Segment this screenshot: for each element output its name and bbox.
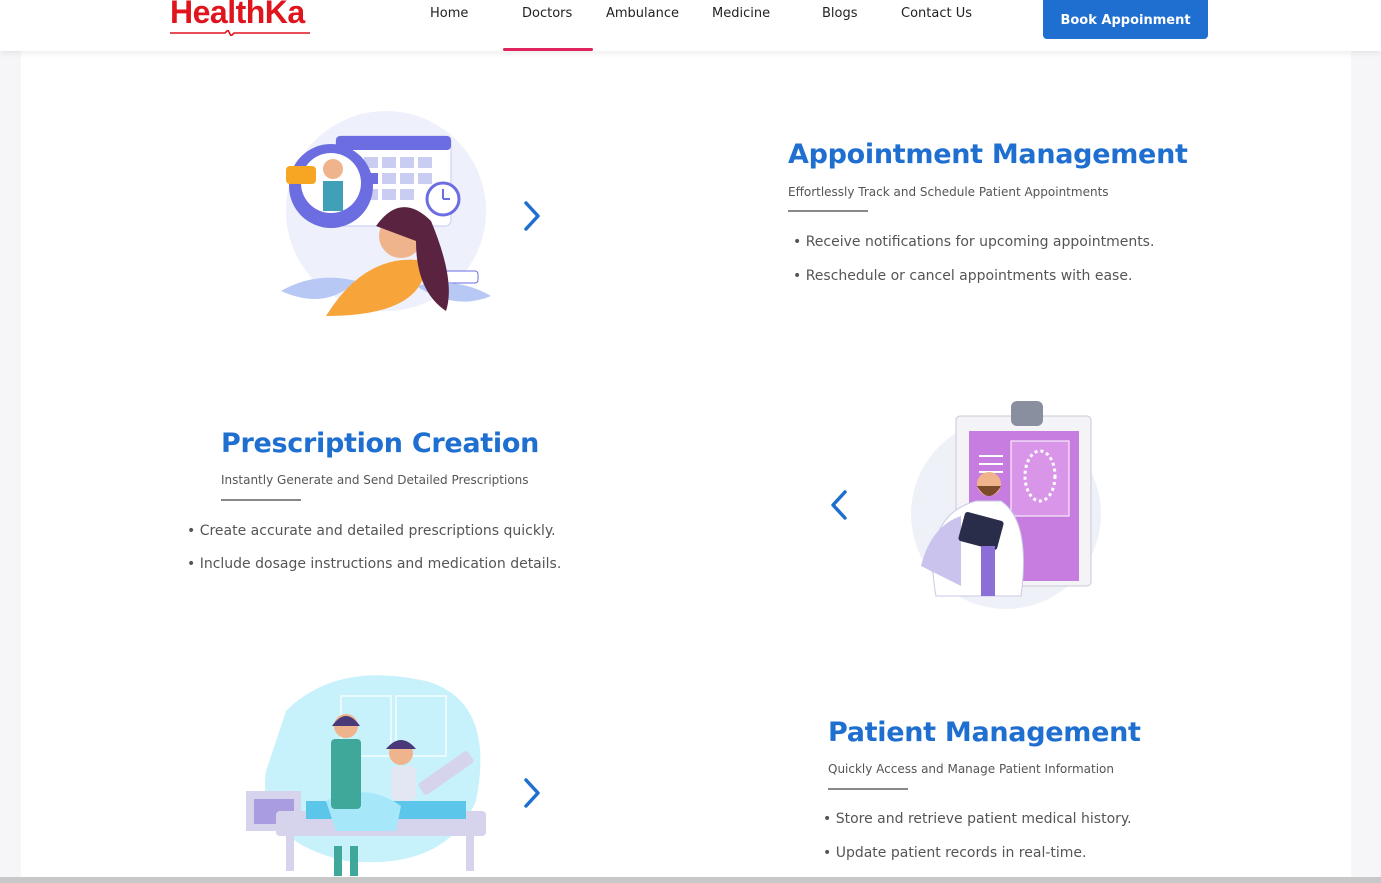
brand-logo-text: HealthKa: [170, 0, 305, 30]
feature-bullet: • Receive notifications for upcoming app…: [793, 234, 1155, 250]
nav-active-indicator: [503, 48, 593, 51]
site-header: HealthKa Home Doctors Ambulance Medicine…: [0, 0, 1381, 51]
feature-subtitle-appointment: Effortlessly Track and Schedule Patient …: [788, 185, 1109, 199]
feature-divider: [221, 499, 301, 501]
nav-blogs[interactable]: Blogs: [822, 6, 858, 21]
chevron-right-icon[interactable]: [521, 776, 543, 810]
feature-bullet: • Store and retrieve patient medical his…: [823, 811, 1132, 827]
nav-medicine[interactable]: Medicine: [712, 6, 770, 21]
feature-divider: [828, 788, 908, 790]
nurse-patient-bed-illustration: [246, 675, 486, 876]
horizontal-scrollbar[interactable]: [0, 877, 1381, 883]
brand-logo[interactable]: HealthKa: [170, 0, 310, 38]
heartbeat-line-icon: [170, 30, 310, 36]
chevron-right-icon[interactable]: [521, 199, 543, 233]
features-section: Appointment Management Effortlessly Trac…: [21, 51, 1351, 877]
feature-bullet: • Reschedule or cancel appointments with…: [793, 268, 1133, 284]
feature-divider: [788, 210, 868, 212]
feature-title-patient: Patient Management: [828, 717, 1141, 748]
feature-bullet: • Create accurate and detailed prescript…: [187, 523, 556, 539]
feature-subtitle-prescription: Instantly Generate and Send Detailed Pre…: [221, 473, 529, 487]
feature-subtitle-patient: Quickly Access and Manage Patient Inform…: [828, 762, 1115, 776]
book-appointment-button[interactable]: Book Appoinment: [1043, 0, 1208, 39]
nav-ambulance[interactable]: Ambulance: [606, 6, 679, 21]
feature-title-appointment: Appointment Management: [788, 139, 1188, 170]
calendar-consultation-illustration: [281, 111, 491, 316]
nav-contact-us[interactable]: Contact Us: [901, 6, 972, 21]
feature-bullet: • Update patient records in real-time.: [823, 845, 1087, 861]
feature-title-prescription: Prescription Creation: [221, 428, 540, 459]
feature-bullet: • Include dosage instructions and medica…: [187, 556, 562, 572]
nav-home[interactable]: Home: [430, 6, 468, 21]
nav-doctors[interactable]: Doctors: [522, 6, 572, 21]
doctor-clipboard-illustration: [911, 401, 1101, 609]
chevron-left-icon[interactable]: [828, 488, 850, 522]
